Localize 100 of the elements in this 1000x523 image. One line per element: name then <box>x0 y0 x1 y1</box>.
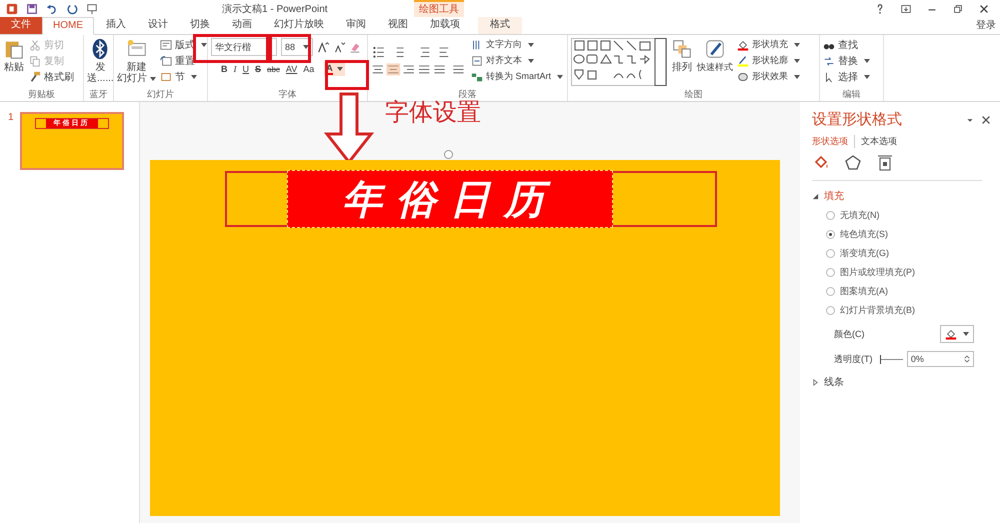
replace-button[interactable]: 替换 <box>823 54 870 67</box>
pane-tab[interactable]: 文本选项 <box>861 135 903 148</box>
format-button[interactable]: B <box>219 64 230 74</box>
title-shape[interactable]: 年俗日历 <box>287 170 613 228</box>
caret-icon <box>201 42 207 46</box>
shape-fill-button[interactable]: 形状填充 <box>737 38 800 51</box>
shrink-font-icon[interactable] <box>333 41 345 53</box>
pane-title: 设置形状格式 <box>812 110 902 129</box>
align-text-button[interactable]: 对齐文本 <box>471 54 564 67</box>
expand-triangle-icon[interactable] <box>812 192 819 200</box>
smartart-icon <box>471 70 483 82</box>
caret-icon <box>794 74 800 78</box>
fill-option[interactable]: 幻灯片背景填充(B) <box>826 304 915 317</box>
format-button[interactable]: Aa <box>301 64 316 74</box>
expand-triangle-icon[interactable] <box>812 378 819 386</box>
ribbon-tab[interactable]: 幻灯片放映 <box>264 17 334 34</box>
paste-button[interactable]: 粘贴 <box>3 38 25 88</box>
close-icon[interactable] <box>978 2 990 14</box>
login-link[interactable]: 登录 <box>976 18 1000 32</box>
app-logo-icon <box>6 2 18 14</box>
shape-effects-icon <box>737 70 749 82</box>
group-label: 剪贴板 <box>27 88 56 100</box>
ribbon-tab[interactable]: 审阅 <box>336 17 376 34</box>
ribbon-tab[interactable]: 插入 <box>96 17 136 34</box>
rotate-handle[interactable] <box>444 150 453 159</box>
format-button[interactable]: abc <box>265 64 282 74</box>
paint-bucket-icon <box>737 38 749 50</box>
shape-gallery[interactable] <box>571 38 667 86</box>
close-icon[interactable] <box>980 114 992 126</box>
caret-icon <box>303 45 309 49</box>
shape-outline-button[interactable]: 形状轮廓 <box>737 54 800 67</box>
restore-icon[interactable] <box>952 2 964 14</box>
presenter-icon[interactable] <box>86 2 98 14</box>
format-button[interactable]: S <box>253 64 264 74</box>
contextual-tab-header: 绘图工具 <box>414 0 464 17</box>
fill-option[interactable]: 渐变填充(G) <box>826 247 889 260</box>
format-button[interactable]: U <box>240 64 251 74</box>
scissors-icon <box>29 38 41 50</box>
spinner-icon[interactable] <box>964 354 970 364</box>
select-button[interactable]: 选择 <box>823 70 870 83</box>
shape-effects-button[interactable]: 形状效果 <box>737 70 800 83</box>
slide-number: 1 <box>8 112 14 125</box>
font-size-field[interactable]: 88 <box>281 38 313 56</box>
caret-icon <box>794 42 800 46</box>
send-button[interactable]: 发 送...... <box>87 38 113 88</box>
group-label: 蓝牙 <box>88 88 108 100</box>
format-button[interactable]: I <box>232 64 238 74</box>
caret-icon <box>150 76 156 80</box>
fill-section-header[interactable]: 填充 <box>812 189 844 203</box>
pen-icon <box>704 38 726 60</box>
group-label: 编辑 <box>842 88 862 100</box>
cursor-icon <box>823 70 835 82</box>
ribbon-tab[interactable]: 动画 <box>222 17 262 34</box>
size-icon[interactable] <box>876 154 894 172</box>
save-icon[interactable] <box>26 2 38 14</box>
layout-icon <box>160 38 172 50</box>
reset-icon <box>160 54 172 66</box>
pane-tab[interactable]: 形状选项 <box>812 135 855 148</box>
grow-font-icon[interactable] <box>317 41 329 53</box>
color-label: 颜色(C) <box>834 328 866 340</box>
fill-option[interactable]: 纯色填充(S) <box>826 228 888 241</box>
ribbon-tab[interactable]: 视图 <box>378 17 418 34</box>
font-name-field[interactable]: 华文行楷 <box>211 38 277 56</box>
eraser-icon[interactable] <box>349 41 361 53</box>
undo-icon[interactable] <box>46 2 58 14</box>
color-picker-button[interactable] <box>940 325 974 343</box>
ribbon-tab[interactable]: 格式 <box>478 17 522 34</box>
fill-option[interactable]: 图案填充(A) <box>826 285 888 298</box>
fill-option[interactable]: 图片或纹理填充(P) <box>826 266 915 279</box>
transparency-field[interactable]: 0% <box>906 351 974 367</box>
format-painter-button[interactable]: 格式刷 <box>29 70 74 83</box>
quick-styles-button[interactable]: 快速样式 <box>697 38 733 88</box>
caret-icon <box>864 58 870 62</box>
arrange-button[interactable]: 排列 <box>671 38 693 88</box>
align-text-icon <box>471 54 483 66</box>
paint-bucket-icon <box>945 328 957 340</box>
ribbon-tab[interactable]: 文件 <box>0 17 42 34</box>
redo-icon[interactable] <box>66 2 78 14</box>
group-label: 字体 <box>278 88 298 100</box>
section-button[interactable]: 节 <box>160 70 207 83</box>
text-direction-button[interactable]: 文字方向 <box>471 38 564 51</box>
new-slide-button[interactable]: 新建 幻灯片 <box>117 38 156 88</box>
annotation-box <box>325 60 369 90</box>
format-button[interactable]: AV <box>284 64 300 74</box>
ribbon-tab[interactable]: 切换 <box>180 17 220 34</box>
ribbon-tab[interactable]: 设计 <box>138 17 178 34</box>
caret-icon <box>528 42 534 46</box>
ribbon-tab[interactable]: HOME <box>42 17 94 35</box>
annotation-label: 字体设置 <box>385 98 481 128</box>
ribbon-tab[interactable]: 加载项 <box>420 17 470 34</box>
group-label: 幻灯片 <box>146 88 175 100</box>
transparency-label: 透明度(T) <box>834 352 874 366</box>
ribbon-display-icon[interactable] <box>900 2 912 14</box>
group-label: 绘图 <box>684 88 704 100</box>
copy-icon <box>29 54 41 66</box>
line-section-header[interactable]: 线条 <box>812 375 844 389</box>
smartart-button[interactable]: 转换为 SmartArt <box>471 70 564 83</box>
fill-option[interactable]: 无填充(N) <box>826 209 880 222</box>
find-button[interactable]: 查找 <box>823 38 870 51</box>
pentagon-icon[interactable] <box>844 154 862 172</box>
